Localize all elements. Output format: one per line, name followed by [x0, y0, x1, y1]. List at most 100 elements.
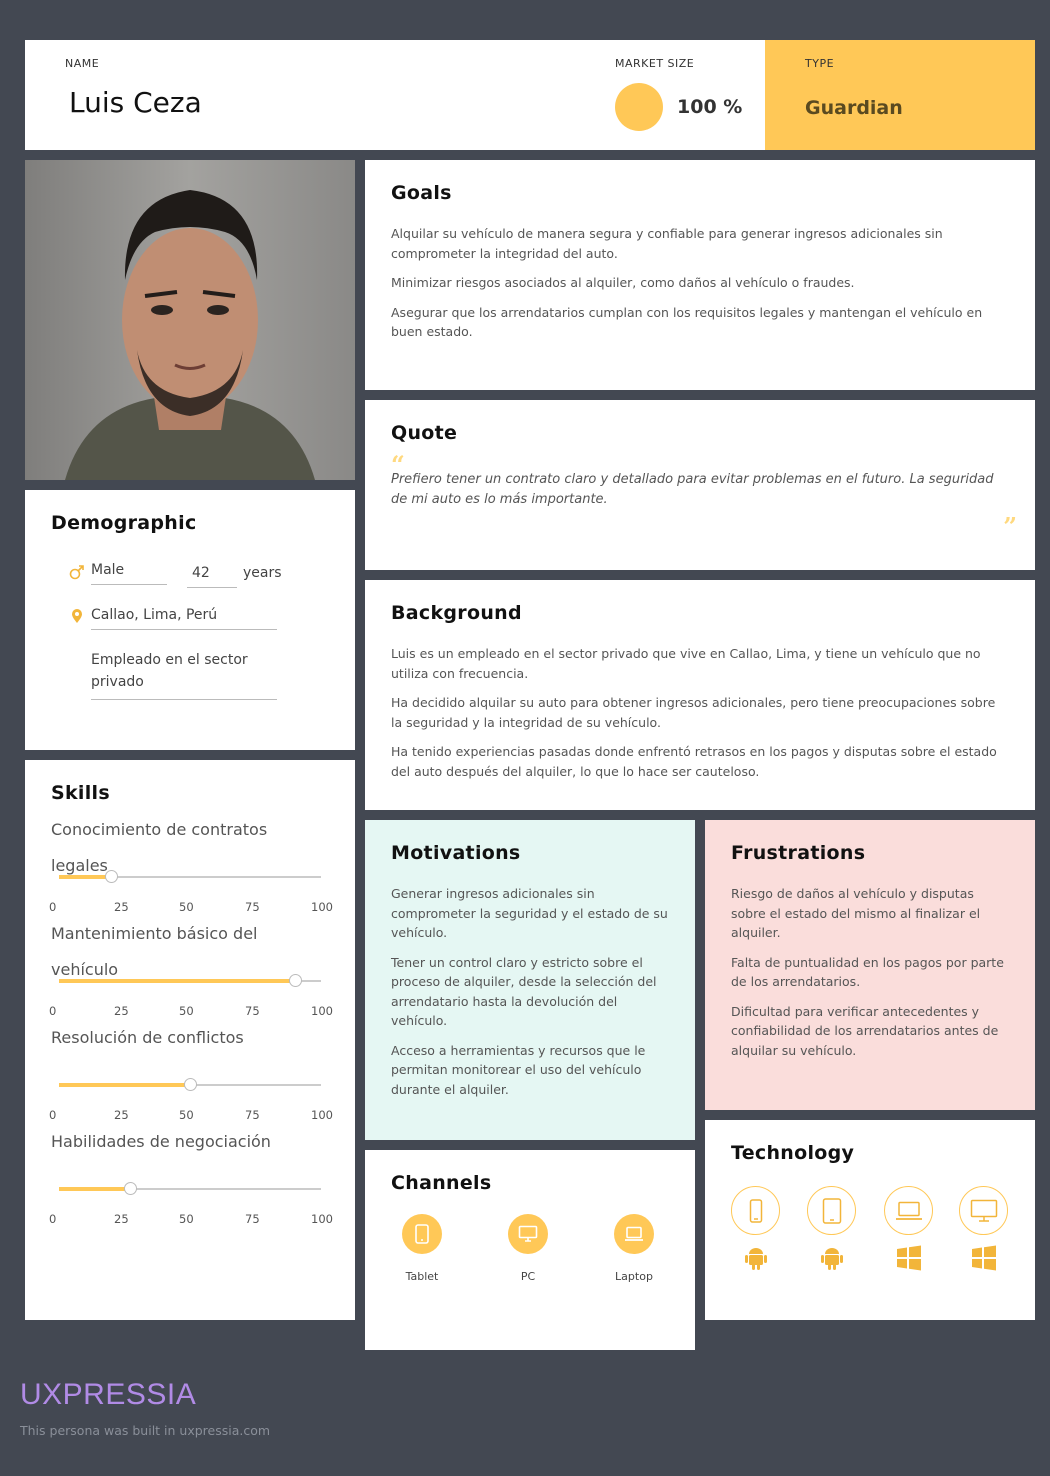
skill-scale-tick: 75: [245, 1004, 260, 1018]
uxpressia-logo[interactable]: UXPRESSIA: [20, 1378, 196, 1412]
goals-card: Goals Alquilar su vehículo de manera seg…: [365, 160, 1035, 390]
channel-label: PC: [520, 1270, 536, 1283]
quote-text[interactable]: Prefiero tener un contrato claro y detal…: [391, 470, 1001, 510]
skill-slider-handle[interactable]: [123, 1182, 137, 1195]
skill-scale: 0 25 50 75 100: [49, 1004, 335, 1018]
name-label: NAME: [65, 57, 100, 70]
skill-scale-tick: 100: [311, 1004, 333, 1018]
goals-title: Goals: [391, 182, 452, 204]
persona-name[interactable]: Luis Ceza: [69, 86, 202, 119]
skill-slider[interactable]: [59, 974, 321, 987]
technology-card: Technology: [705, 1120, 1035, 1320]
skill-scale-tick: 0: [49, 1212, 57, 1226]
skill-scale-tick: 50: [179, 900, 194, 914]
age-field[interactable]: 42: [187, 565, 237, 588]
persona-header: NAME Luis Ceza MARKET SIZE 100 %: [25, 40, 765, 150]
background-item[interactable]: Ha tenido experiencias pasadas donde enf…: [391, 742, 1009, 781]
skill-scale-tick: 75: [245, 1108, 260, 1122]
android-icon: [731, 1245, 781, 1271]
motivation-item[interactable]: Tener un control claro y estricto sobre …: [391, 953, 669, 1031]
background-title: Background: [391, 602, 522, 624]
persona-type-panel: TYPE Guardian: [765, 40, 1035, 150]
tablet-icon: [402, 1214, 442, 1254]
demographic-title: Demographic: [51, 512, 197, 534]
skill-scale-tick: 25: [114, 1212, 129, 1226]
tech-tablet-android[interactable]: [807, 1186, 857, 1271]
skill-label: Habilidades de negociación: [51, 1132, 271, 1151]
occupation-field[interactable]: Empleado en el sector privado: [91, 649, 277, 700]
footer-credit[interactable]: This persona was built in uxpressia.com: [20, 1423, 270, 1438]
channel-laptop[interactable]: Laptop: [594, 1214, 674, 1283]
skill-slider-handle[interactable]: [288, 974, 302, 987]
skill-scale-tick: 25: [114, 1004, 129, 1018]
skill-scale-tick: 25: [114, 1108, 129, 1122]
goal-item[interactable]: Minimizar riesgos asociados al alquiler,…: [391, 273, 1009, 293]
skills-title: Skills: [51, 782, 110, 804]
background-card: Background Luis es un empleado en el sec…: [365, 580, 1035, 810]
skill-slider[interactable]: [59, 1078, 321, 1091]
background-item[interactable]: Luis es un empleado en el sector privado…: [391, 644, 1009, 683]
frustrations-card: Frustrations Riesgo de daños al vehículo…: [705, 820, 1035, 1110]
motivations-title: Motivations: [391, 842, 521, 864]
male-icon: [69, 564, 85, 584]
skill-slider-fill: [59, 1187, 130, 1191]
skill-scale: 0 25 50 75 100: [49, 900, 335, 914]
motivation-item[interactable]: Generar ingresos adicionales sin comprom…: [391, 884, 669, 943]
skill-slider-handle[interactable]: [184, 1078, 197, 1091]
channel-pc[interactable]: PC: [488, 1214, 568, 1283]
gender-field[interactable]: Male: [91, 562, 167, 585]
tech-phone-android[interactable]: [731, 1186, 781, 1271]
windows-icon: [959, 1245, 1009, 1271]
skill-scale-tick: 50: [179, 1004, 194, 1018]
skill-scale: 0 25 50 75 100: [49, 1108, 335, 1122]
location-pin-icon: [71, 608, 83, 628]
frustration-item[interactable]: Dificultad para verificar antecedentes y…: [731, 1002, 1009, 1061]
skill-label: Conocimiento de contratos legales: [51, 820, 268, 875]
channel-tablet[interactable]: Tablet: [382, 1214, 462, 1283]
skill-scale-tick: 0: [49, 1108, 57, 1122]
market-size-value[interactable]: 100 %: [677, 96, 742, 118]
skill-label: Mantenimiento básico del vehículo: [51, 924, 258, 979]
android-icon: [807, 1245, 857, 1271]
background-item[interactable]: Ha decidido alquilar su auto para obtene…: [391, 693, 1009, 732]
phone-icon: [731, 1186, 780, 1235]
type-label: TYPE: [805, 57, 835, 70]
market-size-indicator: [615, 83, 663, 131]
channel-label: Tablet: [405, 1270, 439, 1283]
tech-monitor-windows[interactable]: [959, 1186, 1009, 1271]
technology-title: Technology: [731, 1142, 855, 1164]
skill-scale: 0 25 50 75 100: [49, 1212, 335, 1226]
market-size-label: MARKET SIZE: [615, 57, 695, 70]
channels-card: Channels Tablet PC Laptop: [365, 1150, 695, 1350]
skill-scale-tick: 75: [245, 1212, 260, 1226]
motivation-item[interactable]: Acceso a herramientas y recursos que le …: [391, 1041, 669, 1100]
windows-icon: [884, 1245, 934, 1271]
tablet-icon: [807, 1186, 856, 1235]
frustration-item[interactable]: Falta de puntualidad en los pagos por pa…: [731, 953, 1009, 992]
skill-scale-tick: 100: [311, 1108, 333, 1122]
persona-avatar[interactable]: [25, 160, 355, 480]
skill-slider[interactable]: [59, 870, 321, 883]
location-field[interactable]: Callao, Lima, Perú: [91, 607, 277, 630]
skill-scale-tick: 50: [179, 1108, 194, 1122]
persona-type[interactable]: Guardian: [805, 97, 903, 119]
tech-laptop-windows[interactable]: [884, 1186, 934, 1271]
close-quote-icon: ”: [1003, 512, 1017, 541]
goal-item[interactable]: Alquilar su vehículo de manera segura y …: [391, 224, 1009, 263]
skill-scale-tick: 50: [179, 1212, 194, 1226]
skill-scale-tick: 25: [114, 900, 129, 914]
skill-scale-tick: 0: [49, 900, 57, 914]
quote-card: Quote “ Prefiero tener un contrato claro…: [365, 400, 1035, 570]
monitor-icon: [959, 1186, 1008, 1235]
frustration-item[interactable]: Riesgo de daños al vehículo y disputas s…: [731, 884, 1009, 943]
frustrations-title: Frustrations: [731, 842, 866, 864]
laptop-icon: [614, 1214, 654, 1254]
skill-slider[interactable]: [59, 1182, 321, 1195]
skill-scale-tick: 0: [49, 1004, 57, 1018]
skill-slider-fill: [59, 1083, 190, 1087]
skill-slider-fill: [59, 875, 112, 879]
laptop-icon: [884, 1186, 933, 1235]
goal-item[interactable]: Asegurar que los arrendatarios cumplan c…: [391, 303, 1009, 342]
channel-label: Laptop: [615, 1270, 653, 1283]
skill-scale-tick: 100: [311, 1212, 333, 1226]
